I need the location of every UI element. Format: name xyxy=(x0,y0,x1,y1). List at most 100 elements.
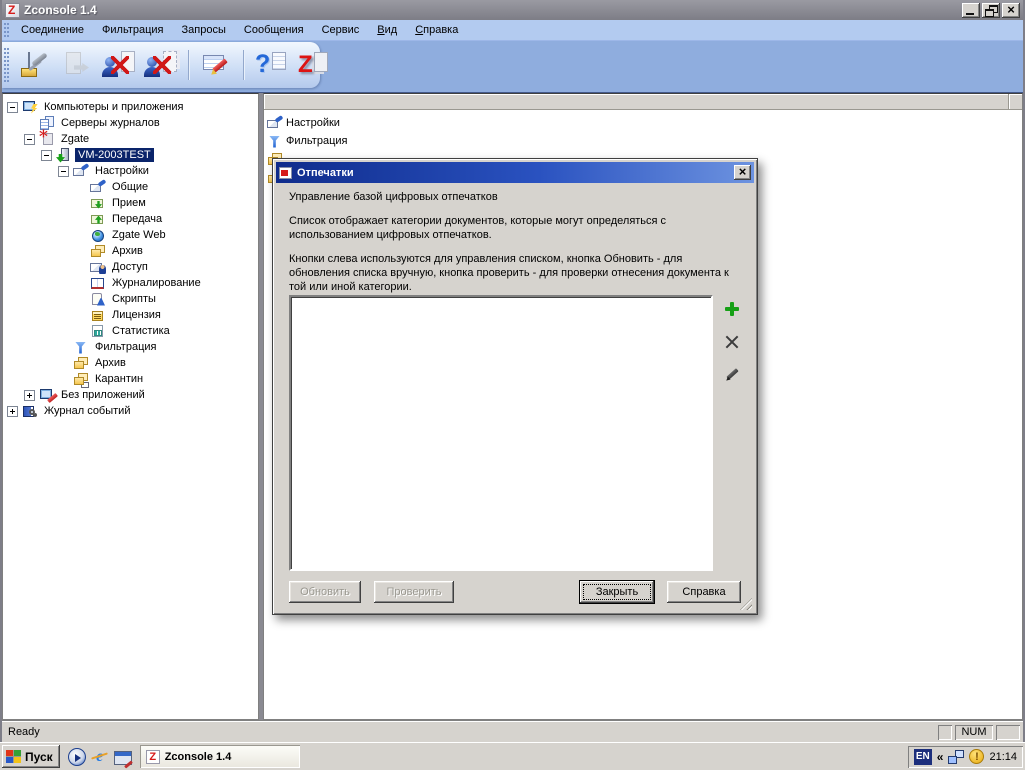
title-bar[interactable]: Zconsole 1.4 xyxy=(2,0,1023,20)
zgate-log-button[interactable] xyxy=(294,48,332,82)
tree-item[interactable]: Архив xyxy=(7,355,258,371)
list-header xyxy=(264,94,1022,110)
zgate-log-icon xyxy=(296,50,330,80)
desktop: Zconsole 1.4 СоединениеФильтрацияЗапросы… xyxy=(0,0,1025,770)
status-text: Ready xyxy=(8,726,40,738)
list-item[interactable]: Фильтрация xyxy=(264,132,1022,150)
toolbar-grip[interactable] xyxy=(4,48,9,82)
tree-item[interactable]: VM-2003TEST xyxy=(7,147,258,163)
filter-icon xyxy=(267,134,283,149)
app-icon xyxy=(5,2,20,18)
menu-item[interactable]: Запросы xyxy=(173,21,235,40)
menu-item[interactable]: Справка xyxy=(406,21,467,40)
tree-item-label: Лицензия xyxy=(112,309,161,321)
edit-button[interactable] xyxy=(722,365,742,385)
tree-item[interactable]: Без приложений xyxy=(7,387,258,403)
start-label: Пуск xyxy=(25,749,53,764)
collapse-icon[interactable] xyxy=(7,101,18,113)
tree-item[interactable]: Лицензия xyxy=(7,307,258,323)
disconnect-user-icon xyxy=(102,50,136,80)
close-button[interactable] xyxy=(1002,2,1020,18)
media-player-icon[interactable] xyxy=(67,747,86,766)
menu-item[interactable]: Сообщения xyxy=(235,21,313,40)
console-tree: Компьютеры и приложения Серверы журналов Z… xyxy=(3,94,258,419)
tree-item[interactable]: Компьютеры и приложения xyxy=(7,99,258,115)
language-indicator[interactable]: EN xyxy=(913,748,932,765)
add-button[interactable] xyxy=(722,299,742,319)
restore-button[interactable] xyxy=(982,2,1000,18)
button-spacer xyxy=(467,581,567,603)
tree-item[interactable]: Доступ xyxy=(7,259,258,275)
dialog-close-button[interactable] xyxy=(734,164,751,180)
toolbar xyxy=(2,41,1023,93)
tree-item[interactable]: Общие xyxy=(7,179,258,195)
menu-bar: Соединение Фильтрация Запросы Сообщения Серв… xyxy=(2,20,1023,41)
menubar-grip[interactable] xyxy=(4,23,9,37)
tree-item[interactable]: Zgate Web xyxy=(7,227,258,243)
dialog-icon xyxy=(279,166,292,179)
dialog-title-bar[interactable]: Отпечатки xyxy=(276,162,754,183)
configure-connection-button[interactable] xyxy=(16,48,54,82)
tree-item-label: Без приложений xyxy=(61,389,145,401)
internet-explorer-icon[interactable]: e xyxy=(91,748,109,766)
num-lock-indicator: NUM xyxy=(955,725,993,740)
list-item[interactable]: Настройки xyxy=(264,114,1022,132)
tree-item[interactable]: Фильтрация xyxy=(7,339,258,355)
resize-grip[interactable] xyxy=(740,598,752,610)
minimize-button[interactable] xyxy=(962,2,980,18)
tree-item-label: Архив xyxy=(95,357,126,369)
help-button[interactable] xyxy=(252,48,290,82)
menu-item[interactable]: Сервис xyxy=(313,21,369,40)
tree-item[interactable]: Статистика xyxy=(7,323,258,339)
tree-item[interactable]: Zgate xyxy=(7,129,258,147)
menu-item[interactable]: Фильтрация xyxy=(93,21,172,40)
disconnect-user-button[interactable] xyxy=(100,48,138,82)
tree-item[interactable]: Настройки xyxy=(7,163,258,179)
computer-apps-icon xyxy=(22,100,38,115)
help-button[interactable]: Справка xyxy=(667,581,741,603)
collapse-icon[interactable] xyxy=(24,133,35,145)
filter-icon xyxy=(73,340,89,355)
notes-edit-button[interactable] xyxy=(197,48,235,82)
dialog-title: Отпечатки xyxy=(297,166,354,179)
fingerprint-list[interactable] xyxy=(289,295,713,571)
tree-item[interactable]: Журналирование xyxy=(7,275,258,291)
taskbar-app-button[interactable]: Zconsole 1.4 xyxy=(139,745,300,768)
toolbar-buttons xyxy=(16,48,332,82)
collapse-icon[interactable] xyxy=(58,165,69,177)
network-icon[interactable] xyxy=(948,749,965,764)
check-button: Проверить xyxy=(374,581,454,603)
export-server-button xyxy=(58,48,96,82)
close-dialog-button[interactable]: Закрыть xyxy=(580,581,654,603)
disconnect-all-button[interactable] xyxy=(142,48,180,82)
status-panel xyxy=(938,725,952,740)
tree-item[interactable]: Прием xyxy=(7,195,258,211)
show-desktop-icon[interactable] xyxy=(113,750,132,765)
security-shield-icon[interactable]: ! xyxy=(969,749,985,764)
tree-item[interactable]: Журнал событий xyxy=(7,403,258,419)
start-button[interactable]: Пуск xyxy=(2,745,60,768)
tree-item[interactable]: Карантин xyxy=(7,371,258,387)
menu-item[interactable]: Вид xyxy=(368,21,406,40)
collapse-icon[interactable] xyxy=(41,149,52,161)
disconnect-all-icon xyxy=(144,50,178,80)
tree-item-label: Прием xyxy=(112,197,146,209)
dialog-fingerprints: Отпечатки Управление базой цифровых отпе… xyxy=(272,158,758,615)
toolbar-separator xyxy=(188,50,189,80)
system-tray: EN « ! 21:14 xyxy=(908,746,1023,768)
expand-icon[interactable] xyxy=(7,405,18,417)
folders-icon xyxy=(73,356,89,371)
quarantine-icon xyxy=(73,372,89,387)
expand-icon[interactable] xyxy=(24,389,35,401)
tree-item-label: Настройки xyxy=(95,165,149,177)
tree-item[interactable]: Передача xyxy=(7,211,258,227)
tree-item-label: Zgate Web xyxy=(112,229,166,241)
tray-chevron[interactable]: « xyxy=(937,750,944,764)
tree-item[interactable]: Скрипты xyxy=(7,291,258,307)
mail-wrench-icon xyxy=(90,180,106,195)
tree-item-label: Журналирование xyxy=(112,277,201,289)
menu-item[interactable]: Соединение xyxy=(12,21,93,40)
license-icon xyxy=(90,308,106,323)
delete-button[interactable] xyxy=(722,332,742,352)
tree-item[interactable]: Архив xyxy=(7,243,258,259)
